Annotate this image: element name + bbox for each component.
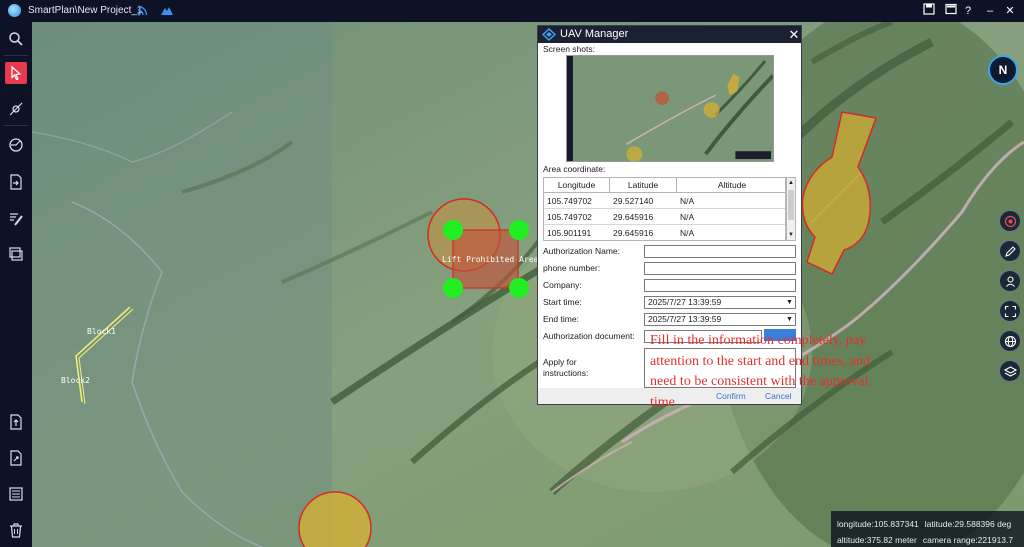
block1-label: Block1 [87, 327, 116, 336]
cell-latitude: 29.645916 [613, 212, 654, 222]
scroll-thumb[interactable] [788, 190, 794, 220]
cell-altitude: N/A [680, 212, 695, 222]
column-header-longitude: Longitude [544, 178, 610, 193]
start-time-label: Start time: [543, 297, 582, 307]
layers-window-icon[interactable] [5, 243, 27, 265]
end-time-value: 2025/7/27 13:39:59 [648, 314, 722, 324]
search-icon[interactable] [5, 28, 27, 50]
dialog-title: UAV Manager [560, 28, 629, 40]
instructions-label-line1: Apply for [543, 357, 577, 367]
map-view[interactable]: Lift Prohibited Area1 Block1 Block2 N lo… [32, 22, 1024, 547]
globe-icon[interactable] [999, 330, 1021, 352]
list-icon[interactable] [5, 483, 27, 505]
area-coordinate-label: Area coordinate: [543, 164, 606, 174]
person-pin-icon[interactable] [999, 270, 1021, 292]
select-pointer-icon[interactable] [5, 62, 27, 84]
save-icon[interactable] [922, 3, 936, 19]
scroll-up-icon[interactable]: ▲ [787, 178, 795, 188]
start-time-value: 2025/7/27 13:39:59 [648, 297, 722, 307]
help-icon[interactable]: ? [961, 3, 975, 19]
dialog-header: UAV Manager ✕ [538, 26, 801, 43]
screen-shots-label: Screen shots: [543, 44, 595, 54]
rss-icon[interactable] [137, 5, 148, 16]
camera-range-readout: camera range:221913.7 [922, 535, 1014, 545]
chevron-down-icon[interactable]: ▼ [785, 298, 794, 307]
title-bar: SmartPlan\New Project_1 ? – ✕ [0, 0, 1024, 22]
screenshot-preview [566, 55, 774, 162]
mountain-icon[interactable] [161, 5, 173, 16]
phone-input[interactable] [644, 262, 796, 275]
share-icon[interactable] [5, 447, 27, 469]
edit-route-icon[interactable] [5, 208, 27, 230]
no-fly-area-label: Lift Prohibited Area1 [442, 255, 544, 264]
cell-longitude: 105.749702 [547, 196, 592, 206]
screen-icon[interactable] [944, 3, 958, 19]
table-row[interactable]: 105.749702 29.527140 N/A [544, 194, 785, 209]
waypoint-icon[interactable] [5, 98, 27, 120]
column-header-altitude: Altitude [717, 180, 747, 190]
compass-icon[interactable]: N [988, 55, 1018, 85]
end-time-label: End time: [543, 314, 579, 324]
latitude-readout: latitude:29.588396 deg [924, 519, 1012, 529]
export-icon[interactable] [5, 411, 27, 433]
column-header-latitude: Latitude [610, 178, 677, 193]
altitude-readout: altitude:375.82 meter [837, 535, 917, 545]
authorization-name-label: Authorization Name: [543, 246, 621, 256]
window-title: SmartPlan\New Project_1 [28, 5, 143, 16]
dialog-close-icon[interactable]: ✕ [787, 26, 801, 43]
cell-latitude: 29.527140 [613, 196, 654, 206]
instruction-annotation: Fill in the information completely, pay … [650, 333, 871, 410]
layers-icon[interactable] [999, 360, 1021, 382]
scroll-down-icon[interactable]: ▼ [787, 230, 795, 240]
instructions-label-line2: instructions: [543, 368, 589, 378]
left-toolbar [0, 22, 32, 547]
table-scrollbar[interactable]: ▲ ▼ [786, 177, 796, 241]
cell-altitude: N/A [680, 228, 695, 238]
trash-icon[interactable] [5, 519, 27, 541]
pencil-icon[interactable] [999, 240, 1021, 262]
cell-latitude: 29.645916 [613, 228, 654, 238]
cell-longitude: 105.749702 [547, 212, 592, 222]
close-icon[interactable]: ✕ [1003, 3, 1017, 19]
app-window: SmartPlan\New Project_1 ? – ✕ Lift Prohi… [0, 0, 1024, 547]
start-time-picker[interactable]: 2025/7/27 13:39:59 ▼ [644, 296, 796, 309]
radar-icon[interactable] [999, 210, 1021, 232]
app-logo-icon [8, 4, 21, 17]
block2-label: Block2 [61, 376, 90, 385]
table-header: Longitude Latitude Altitude [544, 178, 785, 193]
fullscreen-icon[interactable] [999, 300, 1021, 322]
longitude-readout: longitude:105.837341 [837, 519, 919, 529]
cell-longitude: 105.901191 [547, 228, 592, 238]
coordinate-table: Longitude Latitude Altitude 105.749702 2… [543, 177, 786, 241]
company-input[interactable] [644, 279, 796, 292]
end-time-picker[interactable]: 2025/7/27 13:39:59 ▼ [644, 313, 796, 326]
import-icon[interactable] [5, 171, 27, 193]
measure-icon[interactable] [5, 134, 27, 156]
table-row[interactable]: 105.901191 29.645916 N/A [544, 226, 785, 240]
minimize-icon[interactable]: – [983, 3, 997, 19]
uav-logo-icon [542, 28, 556, 41]
satellite-imagery [32, 22, 1024, 547]
authorization-document-label: Authorization document: [543, 331, 635, 341]
authorization-name-input[interactable] [644, 245, 796, 258]
cell-altitude: N/A [680, 196, 695, 206]
phone-label: phone number: [543, 263, 601, 273]
coordinate-readout: longitude:105.837341 latitude:29.588396 d… [831, 511, 1024, 547]
company-label: Company: [543, 280, 582, 290]
table-row[interactable]: 105.749702 29.645916 N/A [544, 210, 785, 225]
chevron-down-icon[interactable]: ▼ [785, 315, 794, 324]
